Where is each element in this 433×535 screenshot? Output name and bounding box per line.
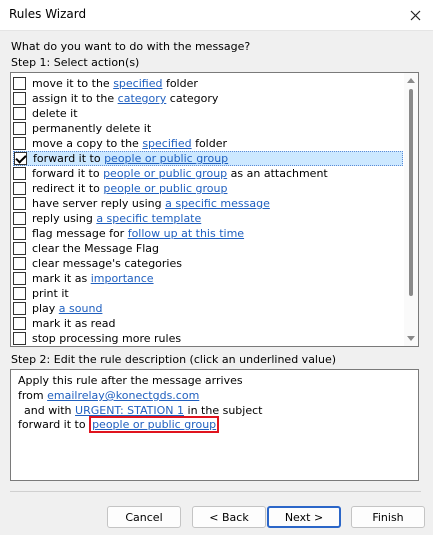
- action-checkbox[interactable]: [13, 227, 26, 240]
- action-checkbox[interactable]: [13, 107, 26, 120]
- action-text: print it: [32, 287, 69, 300]
- action-item[interactable]: move a copy to the specified folder: [13, 136, 403, 151]
- button-separator: [10, 491, 421, 492]
- action-checkbox[interactable]: [13, 302, 26, 315]
- sender-link[interactable]: emailrelay@konectgds.com: [47, 389, 199, 402]
- action-checkbox[interactable]: [13, 272, 26, 285]
- action-text: folder: [162, 77, 198, 90]
- action-item[interactable]: assign it to the category category: [13, 91, 403, 106]
- desc-line-2: from emailrelay@konectgds.com: [18, 389, 199, 402]
- back-button[interactable]: < Back: [192, 506, 266, 528]
- desc-from-text: from: [18, 389, 48, 402]
- action-checkbox[interactable]: [13, 257, 26, 270]
- action-link[interactable]: importance: [91, 272, 154, 285]
- action-checkbox[interactable]: [13, 197, 26, 210]
- action-item[interactable]: forward it to people or public group: [13, 151, 403, 166]
- action-checkbox[interactable]: [13, 182, 26, 195]
- action-item[interactable]: stop processing more rules: [13, 331, 403, 346]
- desc-forward-text: forward it to: [18, 418, 90, 431]
- action-item[interactable]: redirect it to people or public group: [13, 181, 403, 196]
- action-text: move it to the: [32, 77, 114, 90]
- action-text: stop processing more rules: [32, 332, 182, 345]
- action-link[interactable]: people or public group: [104, 152, 228, 165]
- title-bar: Rules Wizard: [0, 0, 433, 31]
- action-item[interactable]: have server reply using a specific messa…: [13, 196, 403, 211]
- action-checkbox[interactable]: [13, 242, 26, 255]
- action-item[interactable]: flag message for follow up at this time: [13, 226, 403, 241]
- action-checkbox[interactable]: [13, 212, 26, 225]
- action-checkbox[interactable]: [13, 77, 26, 90]
- action-checkbox[interactable]: [13, 122, 26, 135]
- forward-recipient-link[interactable]: people or public group: [92, 418, 216, 431]
- action-checkbox[interactable]: [13, 317, 26, 330]
- actions-scrollbar[interactable]: [404, 73, 418, 346]
- action-item[interactable]: mark it as importance: [13, 271, 403, 286]
- action-link[interactable]: specified: [113, 77, 162, 90]
- action-item[interactable]: move it to the specified folder: [13, 76, 403, 91]
- action-text: redirect it to: [32, 182, 104, 195]
- window-title: Rules Wizard: [9, 7, 87, 21]
- action-item[interactable]: permanently delete it: [13, 121, 403, 136]
- step2-label: Step 2: Edit the rule description (click…: [11, 353, 337, 366]
- action-link[interactable]: specified: [142, 137, 191, 150]
- scroll-thumb[interactable]: [409, 89, 413, 296]
- action-link[interactable]: people or public group: [103, 167, 227, 180]
- action-text: move a copy to the: [32, 137, 143, 150]
- action-text: category: [166, 92, 219, 105]
- finish-button[interactable]: Finish: [351, 506, 425, 528]
- action-checkbox[interactable]: [14, 152, 27, 165]
- close-button[interactable]: [397, 0, 433, 30]
- action-checkbox[interactable]: [13, 332, 26, 345]
- action-text: flag message for: [32, 227, 128, 240]
- action-link[interactable]: category: [118, 92, 167, 105]
- action-link[interactable]: a specific template: [96, 212, 201, 225]
- action-item[interactable]: mark it as read: [13, 316, 403, 331]
- cancel-button[interactable]: Cancel: [107, 506, 181, 528]
- action-text: permanently delete it: [32, 122, 152, 135]
- action-text: reply using: [32, 212, 97, 225]
- desc-subject-text: and with: [24, 404, 76, 417]
- action-text: folder: [191, 137, 228, 150]
- actions-listbox[interactable]: move it to the specified folder assign it…: [10, 72, 419, 347]
- scroll-down-icon[interactable]: [407, 336, 415, 341]
- step1-label: Step 1: Select action(s): [11, 56, 140, 69]
- rule-description-box: Apply this rule after the message arrive…: [10, 369, 419, 481]
- action-item[interactable]: forward it to people or public group as …: [13, 166, 403, 181]
- action-text: assign it to the: [32, 92, 118, 105]
- action-text: clear message's categories: [32, 257, 182, 270]
- action-text: forward it to: [33, 152, 105, 165]
- action-text: mark it as: [32, 272, 91, 285]
- action-text: play: [32, 302, 59, 315]
- action-item[interactable]: clear the Message Flag: [13, 241, 403, 256]
- action-item[interactable]: delete it: [13, 106, 403, 121]
- action-item[interactable]: clear message's categories: [13, 256, 403, 271]
- action-text: as an attachment: [227, 167, 328, 180]
- wizard-question: What do you want to do with the message?: [11, 40, 251, 53]
- action-text: have server reply using: [32, 197, 166, 210]
- action-link[interactable]: follow up at this time: [128, 227, 244, 240]
- action-text: forward it to: [32, 167, 104, 180]
- action-text: mark it as read: [32, 317, 116, 330]
- action-text: delete it: [32, 107, 78, 120]
- action-checkbox[interactable]: [13, 137, 26, 150]
- action-item[interactable]: print it: [13, 286, 403, 301]
- action-text: clear the Message Flag: [32, 242, 159, 255]
- action-item[interactable]: reply using a specific template: [13, 211, 403, 226]
- desc-line-4: forward it to people or public group: [18, 416, 220, 433]
- next-button[interactable]: Next >: [267, 506, 341, 528]
- action-checkbox[interactable]: [13, 92, 26, 105]
- close-icon: [410, 10, 420, 20]
- highlight-box: people or public group: [89, 416, 220, 433]
- action-link[interactable]: a sound: [59, 302, 103, 315]
- scroll-up-icon[interactable]: [407, 78, 415, 83]
- desc-line-1: Apply this rule after the message arrive…: [18, 374, 243, 387]
- action-link[interactable]: a specific message: [165, 197, 270, 210]
- action-checkbox[interactable]: [13, 287, 26, 300]
- action-link[interactable]: people or public group: [103, 182, 227, 195]
- action-checkbox[interactable]: [13, 167, 26, 180]
- action-item[interactable]: play a sound: [13, 301, 403, 316]
